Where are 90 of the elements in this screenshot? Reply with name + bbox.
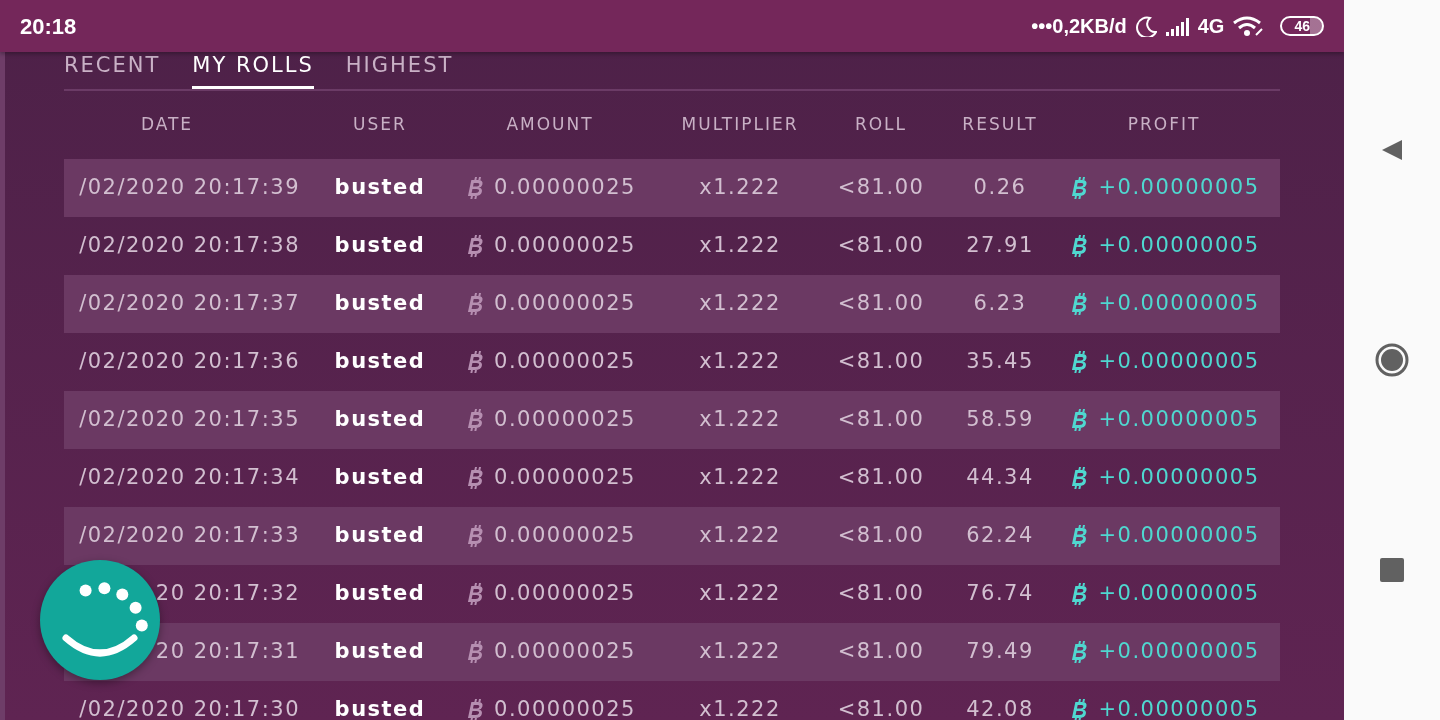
table-cell-text: 20 20:17:32 [154, 580, 301, 608]
table-cell-text: x1.222 [698, 522, 782, 550]
column-header: AMOUNT [505, 113, 595, 137]
table-cell-text: 58.59 [965, 406, 1035, 434]
table-cell-text: 0.00000025 [494, 174, 636, 202]
table-cell-text: x1.222 [698, 406, 782, 434]
home-icon[interactable] [1375, 343, 1409, 377]
table-cell-text: +0.00000005 [1098, 406, 1260, 434]
table-cell-text: 79.49 [965, 638, 1035, 666]
table-cell-text: <81.00 [836, 406, 926, 434]
table-cell-text: x1.222 [698, 580, 782, 608]
table-cell-text: busted [333, 174, 427, 202]
table-cell-text: busted [333, 580, 427, 608]
table-cell-text: 0.00000025 [494, 464, 636, 492]
table-cell-text: <81.00 [836, 522, 926, 550]
column-header: MULTIPLIER [680, 113, 800, 137]
table-cell-text: 0.00000025 [494, 290, 636, 318]
table-cell-text: x1.222 [698, 464, 782, 492]
table-cell-text: <81.00 [836, 696, 926, 720]
table-cell-text: /02/2020 20:17:30 [78, 696, 301, 720]
table-cell-text: 62.24 [965, 522, 1035, 550]
tab[interactable]: HIGHEST [345, 52, 454, 89]
table-cell-text: 0.00000025 [494, 406, 636, 434]
table-cell-text: +0.00000005 [1098, 522, 1260, 550]
clock-time: 20:18 [20, 12, 77, 41]
table-cell-text: x1.222 [698, 696, 782, 720]
table-cell-text: busted [333, 638, 427, 666]
moon-icon [1134, 15, 1157, 37]
table-cell-text: +0.00000005 [1098, 464, 1260, 492]
table-cell-text: busted [333, 406, 427, 434]
table-cell-text: busted [333, 522, 427, 550]
table-cell-text: /02/2020 20:17:36 [78, 348, 301, 376]
table-cell-text: +0.00000005 [1098, 174, 1260, 202]
table-cell-text: +0.00000005 [1098, 580, 1260, 608]
table-cell-text: <81.00 [836, 290, 926, 318]
table-cell-text: 0.00000025 [494, 348, 636, 376]
table-cell-text: x1.222 [698, 174, 782, 202]
table-cell-text: x1.222 [698, 290, 782, 318]
column-header: DATE [139, 113, 195, 137]
table-cell-text: +0.00000005 [1098, 232, 1260, 260]
column-header: USER [352, 113, 408, 137]
back-icon[interactable] [1380, 138, 1404, 163]
table-cell-text: x1.222 [698, 232, 782, 260]
table-cell-text: 27.91 [965, 232, 1035, 260]
table-cell-text: busted [333, 232, 427, 260]
table-cell-text: busted [333, 696, 427, 720]
table-cell-text: busted [333, 464, 427, 492]
tab[interactable]: RECENT [64, 52, 161, 89]
column-header: RESULT [961, 113, 1039, 137]
table-cell-text: 0.00000025 [494, 522, 636, 550]
table-cell-text: busted [333, 348, 427, 376]
wifi-icon [1232, 15, 1265, 37]
table-cell-text: <81.00 [836, 638, 926, 666]
table-cell-text: <81.00 [836, 580, 926, 608]
table-cell-text: <81.00 [836, 348, 926, 376]
table-cell-text: 0.00000025 [494, 580, 636, 608]
table-cell-text: /02/2020 20:17:34 [78, 464, 301, 492]
table-cell-text: +0.00000005 [1098, 290, 1260, 318]
table-cell-text: 0.00000025 [494, 696, 636, 720]
table-cell-text: 44.34 [965, 464, 1035, 492]
table-cell-text: 6.23 [972, 290, 1028, 318]
tab[interactable]: MY ROLLS [192, 52, 314, 89]
table-cell-text: 0.26 [972, 174, 1028, 202]
column-header: PROFIT [1126, 113, 1202, 137]
battery-indicator: 46 [1280, 16, 1324, 36]
column-header: ROLL [853, 113, 909, 137]
table-cell-text: x1.222 [698, 638, 782, 666]
signal-icon [1164, 16, 1190, 36]
table-cell-text: /02/2020 20:17:37 [78, 290, 301, 318]
table-cell-text: 0.00000025 [494, 232, 636, 260]
table-cell-text: 20 20:17:31 [154, 638, 301, 666]
table-cell-text: <81.00 [836, 174, 926, 202]
table-cell-text: /02/2020 20:17:35 [78, 406, 301, 434]
table-cell-text: busted [333, 290, 427, 318]
table-cell-text: /02/2020 20:17:33 [78, 522, 301, 550]
table-cell-text: /02/2020 20:17:38 [78, 232, 301, 260]
table-cell-text: <81.00 [836, 464, 926, 492]
table-cell-text: 42.08 [965, 696, 1035, 720]
network-speed: •••0,2KB/d [1031, 14, 1127, 39]
table-cell-text: +0.00000005 [1098, 638, 1260, 666]
recents-icon[interactable] [1380, 557, 1404, 582]
network-type: 4G [1197, 14, 1225, 39]
table-cell-text: +0.00000005 [1098, 348, 1260, 376]
table-cell-text: x1.222 [698, 348, 782, 376]
table-cell-text: 35.45 [965, 348, 1035, 376]
table-cell-text: 0.00000025 [494, 638, 636, 666]
table-cell-text: +0.00000005 [1098, 696, 1260, 720]
table-cell-text: /02/2020 20:17:39 [78, 174, 301, 202]
table-cell-text: <81.00 [836, 232, 926, 260]
table-cell-text: 76.74 [965, 580, 1035, 608]
